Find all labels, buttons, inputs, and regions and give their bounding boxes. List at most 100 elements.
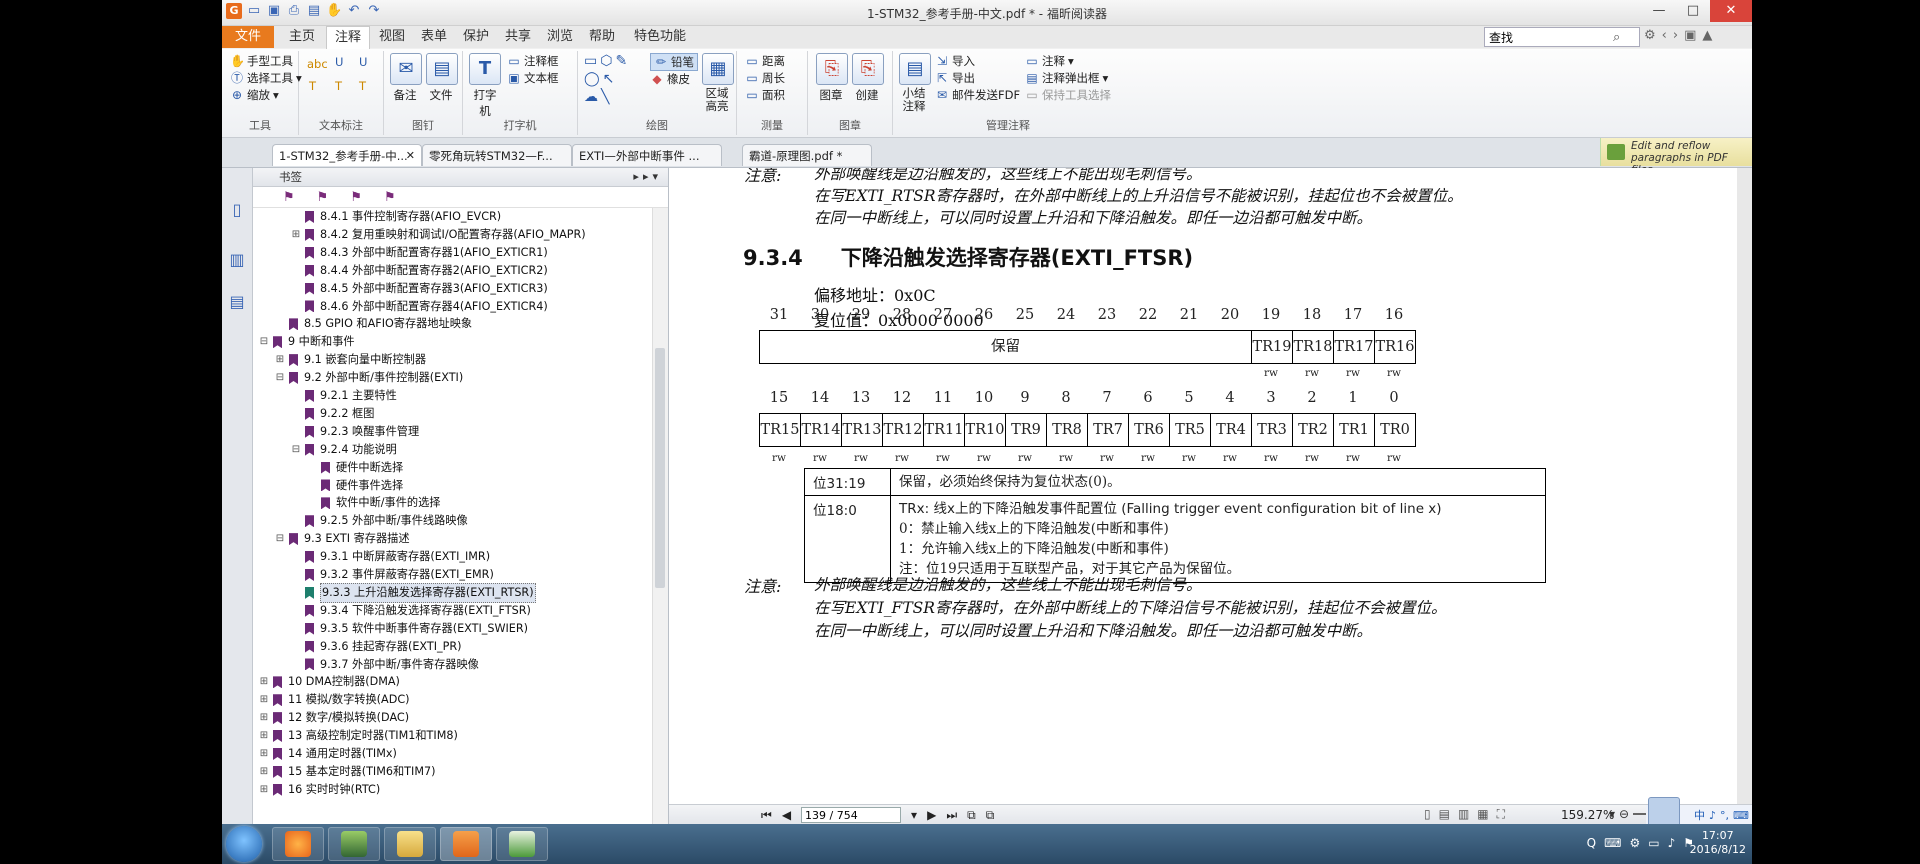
bookmark-item[interactable]: ⊞ 10 DMA控制器(DMA) <box>259 673 400 691</box>
select-tool-button[interactable]: Ⓣ 选择工具 ▾ <box>230 70 302 86</box>
expand-toggle-icon[interactable]: ⊞ <box>259 781 269 799</box>
bookmark-item[interactable]: ⊟ 9.2 外部中断/事件控制器(EXTI) <box>275 369 463 387</box>
keyboard-tray-icon[interactable]: ⌨ <box>1604 836 1621 850</box>
bookmark-item[interactable]: 8.4.3 外部中断配置寄存器1(AFIO_EXTICR1) <box>291 244 548 262</box>
tab-protect[interactable]: 保护 <box>456 26 496 48</box>
tab-file[interactable]: 文件 <box>222 26 274 48</box>
bookmark-item[interactable]: 软件中断/事件的选择 <box>307 494 440 512</box>
taskbar-app-foxit[interactable] <box>440 827 492 861</box>
next-page-icon[interactable]: ▶ <box>927 808 936 822</box>
first-page-icon[interactable]: ⏮ <box>761 808 772 823</box>
perimeter-button[interactable]: ▭ 周长 <box>745 70 785 86</box>
tab-annotate[interactable]: 注释 <box>326 26 370 49</box>
page-number-input[interactable] <box>801 807 902 823</box>
chevron-down-icon[interactable]: ▾ <box>1609 807 1615 821</box>
bookmark-item[interactable]: 9.3.1 中断屏蔽寄存器(EXTI_IMR) <box>291 548 490 566</box>
arrow-icon[interactable]: ↖ <box>603 71 615 87</box>
expand-toggle-icon[interactable]: ⊞ <box>259 727 269 745</box>
doc-tab-exti[interactable]: EXTI—外部中断事件 ... <box>572 144 722 166</box>
bookmark-item[interactable]: 9.3.5 软件中断事件寄存器(EXTI_SWIER) <box>291 620 528 638</box>
zoom-level[interactable]: 159.27% <box>1561 808 1614 822</box>
email-fdf-button[interactable]: ✉ 邮件发送FDF <box>935 87 1020 103</box>
add-bookmark-icon[interactable]: ⚑ <box>317 190 329 205</box>
bookmark-item[interactable]: 硬件事件选择 <box>307 477 403 495</box>
note-button[interactable]: ✉ 备注 <box>390 53 422 103</box>
underline-button[interactable]: U <box>335 55 343 69</box>
bookmark-item[interactable]: 8.4.4 外部中断配置寄存器2(AFIO_EXTICR2) <box>291 262 548 280</box>
bookmark-item[interactable]: 8.4.6 外部中断配置寄存器4(AFIO_EXTICR4) <box>291 298 548 316</box>
bookmark-item[interactable]: 9.2.3 唤醒事件管理 <box>291 423 419 441</box>
ribbon-collapse-icon[interactable]: ▲ <box>1702 28 1712 43</box>
network-tray-icon[interactable]: ⚙ <box>1629 836 1640 850</box>
expand-toggle-icon[interactable]: ⊞ <box>259 745 269 763</box>
bookmark-item[interactable]: 9.3.7 外部中断/事件寄存器映像 <box>291 656 479 674</box>
distance-button[interactable]: ▭ 距离 <box>745 53 785 69</box>
comments-icon[interactable]: ▤ <box>227 292 247 314</box>
expand-toggle-icon[interactable]: ⊞ <box>291 226 301 244</box>
taskbar-app-explorer[interactable] <box>384 827 436 861</box>
polygon-icon[interactable]: ⬡ <box>600 53 612 69</box>
previous-view-icon[interactable]: ⧉ <box>967 808 976 823</box>
ime-keyboard-icon[interactable]: ⌨ <box>1733 809 1749 822</box>
textbox-button[interactable]: ▣ 文本框 <box>507 70 558 86</box>
search-tray-icon[interactable]: Q <box>1587 836 1596 850</box>
bookmark-item[interactable]: ⊞ 14 通用定时器(TIMx) <box>259 745 397 763</box>
export-button[interactable]: ⇱ 导出 <box>935 70 975 86</box>
taskbar-app-editor[interactable] <box>496 827 548 861</box>
bookmark-item[interactable]: 9.2.1 主要特性 <box>291 387 397 405</box>
area-button[interactable]: ▭ 面积 <box>745 87 785 103</box>
chevron-down-icon[interactable]: ▾ <box>911 808 917 822</box>
expand-toggle-icon[interactable]: ⊞ <box>259 673 269 691</box>
bookmark-item[interactable]: 8.5 GPIO 和AFIO寄存器地址映象 <box>275 315 472 333</box>
chevron-down-icon[interactable]: ▾ <box>652 170 662 183</box>
account-icon[interactable]: ▣ <box>1684 28 1696 43</box>
highlight-text-button[interactable]: abc <box>307 57 328 71</box>
ime-punctuation-icon[interactable]: °, <box>1720 809 1729 822</box>
hand-tool-button[interactable]: ✋ 手型工具 <box>230 53 293 69</box>
expand-toggle-icon[interactable]: ⊞ <box>259 691 269 709</box>
bookmark-item[interactable]: ⊞ 16 实时时钟(RTC) <box>259 781 380 799</box>
bookmark-properties-icon[interactable]: ⚑ <box>384 190 396 205</box>
doc-tab-stm32-manual[interactable]: 1-STM32_参考手册-中... ✕ <box>272 144 422 166</box>
previous-page-icon[interactable]: ◀ <box>782 808 791 822</box>
tab-features[interactable]: 特色功能 <box>628 26 692 48</box>
create-stamp-button[interactable]: ⎘ 创建 <box>852 53 884 103</box>
fit-page-icon[interactable]: ⛶ <box>1497 807 1505 822</box>
summarize-comments-button[interactable]: ▤ 小结注释 <box>899 53 931 113</box>
taskbar-app-keil[interactable] <box>328 827 380 861</box>
bookmark-item[interactable]: 9.2.5 外部中断/事件线路映像 <box>291 512 468 530</box>
bookmark-scroll-thumb[interactable] <box>655 348 665 588</box>
document-scrollbar[interactable] <box>1737 168 1752 804</box>
replace-text-button[interactable]: T <box>335 79 342 93</box>
taskbar-app-browser[interactable] <box>272 827 324 861</box>
delete-bookmark-icon[interactable]: ⚑ <box>350 190 362 205</box>
expand-toggle-icon[interactable]: ⊟ <box>275 530 285 548</box>
bookmark-item[interactable]: ⊞ 9.1 嵌套向量中断控制器 <box>275 351 426 369</box>
expand-toggle-icon[interactable]: ⊟ <box>275 369 285 387</box>
tab-browse[interactable]: 浏览 <box>540 26 580 48</box>
maximize-button[interactable]: □ <box>1676 0 1710 22</box>
bookmark-item[interactable]: ⊟ 9.2.4 功能说明 <box>291 441 397 459</box>
insert-text-button[interactable]: T <box>359 79 366 93</box>
rectangle-icon[interactable]: ▭ <box>584 53 597 69</box>
callout-button[interactable]: ▭ 注释框 <box>507 53 558 69</box>
clock[interactable]: 17:07 2016/8/12 <box>1690 829 1746 857</box>
line-icon[interactable]: ╲ <box>601 89 609 105</box>
start-button[interactable] <box>226 826 262 862</box>
bookmark-scrollbar[interactable] <box>652 208 668 824</box>
bookmark-item[interactable]: 9.3.6 挂起寄存器(EXTI_PR) <box>291 638 461 656</box>
expand-toggle-icon[interactable]: ⊟ <box>259 333 269 351</box>
import-button[interactable]: ⇲ 导入 <box>935 53 975 69</box>
keep-tool-selected-button[interactable]: ▭ 保持工具选择 <box>1025 87 1111 103</box>
tab-help[interactable]: 帮助 <box>582 26 622 48</box>
expand-toggle-icon[interactable]: ⊟ <box>291 441 301 459</box>
typewriter-button[interactable]: T 打字机 <box>469 53 501 119</box>
ime-chinese-mode[interactable]: 中 <box>1694 807 1705 823</box>
bookmark-item[interactable]: ⊞ 8.4.2 复用重映射和调试I/O配置寄存器(AFIO_MAPR) <box>291 226 586 244</box>
bookmark-item[interactable]: 8.4.1 事件控制寄存器(AFIO_EVCR) <box>291 208 501 226</box>
reflow-banner[interactable]: Edit and reflow paragraphs in PDF files <box>1600 138 1752 176</box>
tab-share[interactable]: 共享 <box>498 26 538 48</box>
layers-icon[interactable]: ▥ <box>227 250 247 272</box>
zoom-out-icon[interactable]: ⊖ <box>1619 807 1629 821</box>
next-view-icon[interactable]: ⧉ <box>986 808 995 823</box>
